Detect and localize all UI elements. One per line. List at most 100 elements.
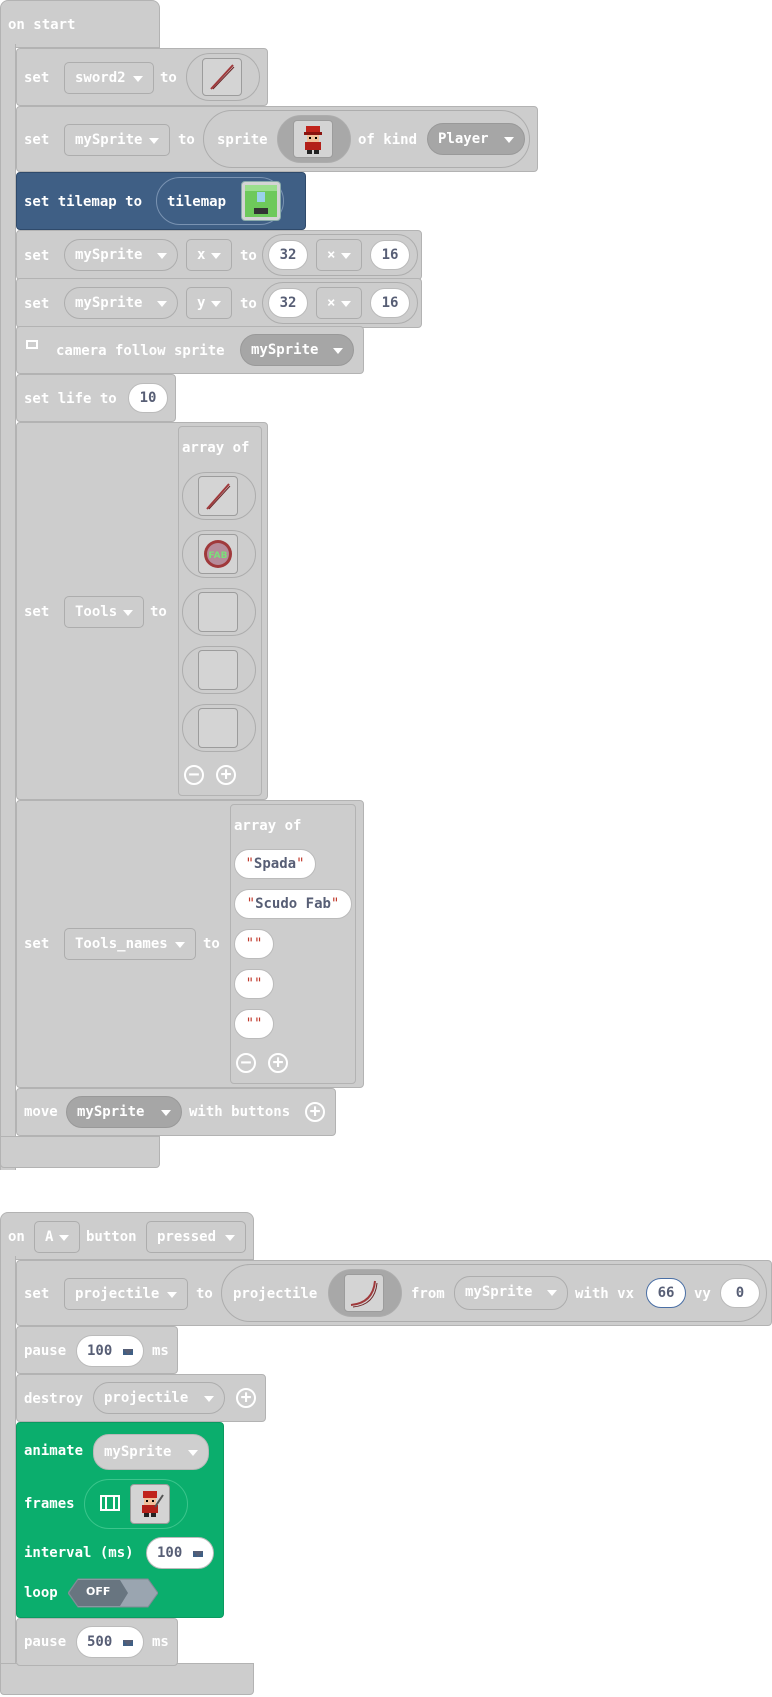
on-start-label: on start xyxy=(8,17,76,33)
button-label: button xyxy=(86,1229,137,1245)
dropdown-arrow-icon xyxy=(161,1110,171,1116)
to-label: to xyxy=(160,70,177,86)
dropdown-arrow-icon xyxy=(504,137,514,143)
variable-dropdown-tools-names[interactable]: Tools_names xyxy=(64,928,196,960)
property-dropdown-x[interactable]: x xyxy=(186,239,232,271)
pause-label: pause xyxy=(24,1343,67,1359)
vy-input[interactable]: 0 xyxy=(720,1278,760,1308)
life-value-input[interactable]: 10 xyxy=(128,383,168,413)
string-input[interactable]: "" xyxy=(234,929,274,959)
dropdown-arrow-icon xyxy=(225,1235,235,1241)
variable-dropdown-mysprite[interactable]: mySprite xyxy=(64,124,170,156)
frames-label: frames xyxy=(24,1496,75,1512)
variable-dropdown-tools[interactable]: Tools xyxy=(64,596,144,628)
pause-duration-dropdown[interactable]: 500 xyxy=(76,1626,144,1658)
set-label: set xyxy=(24,296,50,312)
dropdown-arrow-icon xyxy=(175,942,185,948)
number-input[interactable]: 16 xyxy=(370,240,410,270)
empty-image-slot[interactable] xyxy=(198,650,238,690)
variable-dropdown-projectile[interactable]: projectile xyxy=(93,1382,225,1414)
dropdown-arrow-icon xyxy=(547,1290,557,1296)
shield-image-slot[interactable]: FAB xyxy=(198,534,238,574)
film-icon xyxy=(100,1495,120,1511)
set-life-label: set life to xyxy=(24,391,117,407)
dropdown-arrow-icon xyxy=(167,1292,177,1298)
dropdown-arrow-icon xyxy=(341,301,351,307)
dropdown-arrow-icon xyxy=(59,1235,69,1241)
dropdown-arrow-icon xyxy=(123,610,133,616)
event-dropdown[interactable]: pressed xyxy=(146,1221,246,1253)
dropdown-arrow-icon xyxy=(204,1396,214,1402)
dropdown-arrow-icon xyxy=(123,1349,133,1355)
empty-image-slot[interactable] xyxy=(198,708,238,748)
with-buttons-label: with buttons xyxy=(189,1104,291,1120)
dropdown-arrow-icon xyxy=(157,253,167,259)
dropdown-arrow-icon xyxy=(188,1450,198,1456)
variable-dropdown-mysprite[interactable]: mySprite xyxy=(240,334,354,366)
projectile-label: projectile xyxy=(233,1286,318,1302)
string-input[interactable]: "Scudo Fab" xyxy=(234,889,352,919)
variable-dropdown-mysprite[interactable]: mySprite xyxy=(93,1434,209,1470)
sword-image-slot[interactable] xyxy=(202,58,242,96)
sprite-label: sprite xyxy=(217,132,268,148)
plus-icon[interactable]: + xyxy=(216,765,236,785)
operator-dropdown[interactable]: × xyxy=(316,239,362,271)
to-label: to xyxy=(203,936,220,952)
sword-icon xyxy=(210,64,235,90)
dropdown-arrow-icon xyxy=(133,76,143,82)
on-a-c-body xyxy=(0,1256,16,1666)
minus-icon[interactable]: − xyxy=(236,1053,256,1073)
on-start-c-body xyxy=(0,44,16,1170)
animate-label: animate xyxy=(24,1443,84,1459)
projectile-image-slot[interactable] xyxy=(344,1274,384,1312)
number-input[interactable]: 16 xyxy=(370,288,410,318)
tilemap-image-slot[interactable] xyxy=(241,181,281,221)
set-label: set xyxy=(24,70,50,86)
variable-dropdown-mysprite[interactable]: mySprite xyxy=(64,239,178,271)
minus-icon[interactable]: − xyxy=(184,765,204,785)
variable-dropdown-mysprite[interactable]: mySprite xyxy=(454,1276,568,1310)
sword-image-slot[interactable] xyxy=(198,476,238,516)
dropdown-arrow-icon xyxy=(211,301,221,307)
plus-icon[interactable]: + xyxy=(268,1053,288,1073)
loop-toggle[interactable]: OFF xyxy=(68,1578,158,1608)
button-dropdown[interactable]: A xyxy=(34,1221,80,1253)
string-input[interactable]: "" xyxy=(234,969,274,999)
property-dropdown-y[interactable]: y xyxy=(186,287,232,319)
number-input[interactable]: 32 xyxy=(268,288,308,318)
plus-icon[interactable]: + xyxy=(305,1102,325,1122)
set-label: set xyxy=(24,248,50,264)
vy-label: vy xyxy=(694,1286,711,1302)
variable-dropdown-mysprite[interactable]: mySprite xyxy=(66,1096,182,1128)
interval-dropdown[interactable]: 100 xyxy=(146,1537,214,1569)
variable-dropdown-projectile[interactable]: projectile xyxy=(64,1278,188,1310)
pause-label: pause xyxy=(24,1634,67,1650)
array-of-label: array of xyxy=(234,818,302,834)
operator-dropdown[interactable]: × xyxy=(316,287,362,319)
vx-input[interactable]: 66 xyxy=(646,1278,686,1308)
player-sprite-slot[interactable] xyxy=(293,120,333,158)
kind-dropdown[interactable]: Player xyxy=(427,123,525,155)
frame-image-slot[interactable] xyxy=(130,1484,170,1524)
to-label: to xyxy=(240,248,257,264)
variable-dropdown-mysprite[interactable]: mySprite xyxy=(64,287,178,319)
empty-image-slot[interactable] xyxy=(198,592,238,632)
pause-duration-dropdown[interactable]: 100 xyxy=(76,1335,144,1367)
to-label: to xyxy=(150,604,167,620)
set-tilemap-label: set tilemap to xyxy=(24,194,143,210)
of-kind-label: of kind xyxy=(358,132,418,148)
set-label: set xyxy=(24,132,50,148)
ms-label: ms xyxy=(152,1634,169,1650)
plus-icon[interactable]: + xyxy=(236,1388,256,1408)
number-input[interactable]: 32 xyxy=(268,240,308,270)
dropdown-arrow-icon xyxy=(341,253,351,259)
sword-icon xyxy=(206,483,231,510)
on-a-footer xyxy=(0,1663,254,1695)
string-input[interactable]: "Spada" xyxy=(234,849,316,879)
dropdown-arrow-icon xyxy=(149,138,159,144)
shield-icon: FAB xyxy=(204,540,232,568)
variable-dropdown-sword2[interactable]: sword2 xyxy=(64,62,154,94)
set-label: set xyxy=(24,604,50,620)
dropdown-arrow-icon xyxy=(123,1640,133,1646)
string-input[interactable]: "" xyxy=(234,1009,274,1039)
